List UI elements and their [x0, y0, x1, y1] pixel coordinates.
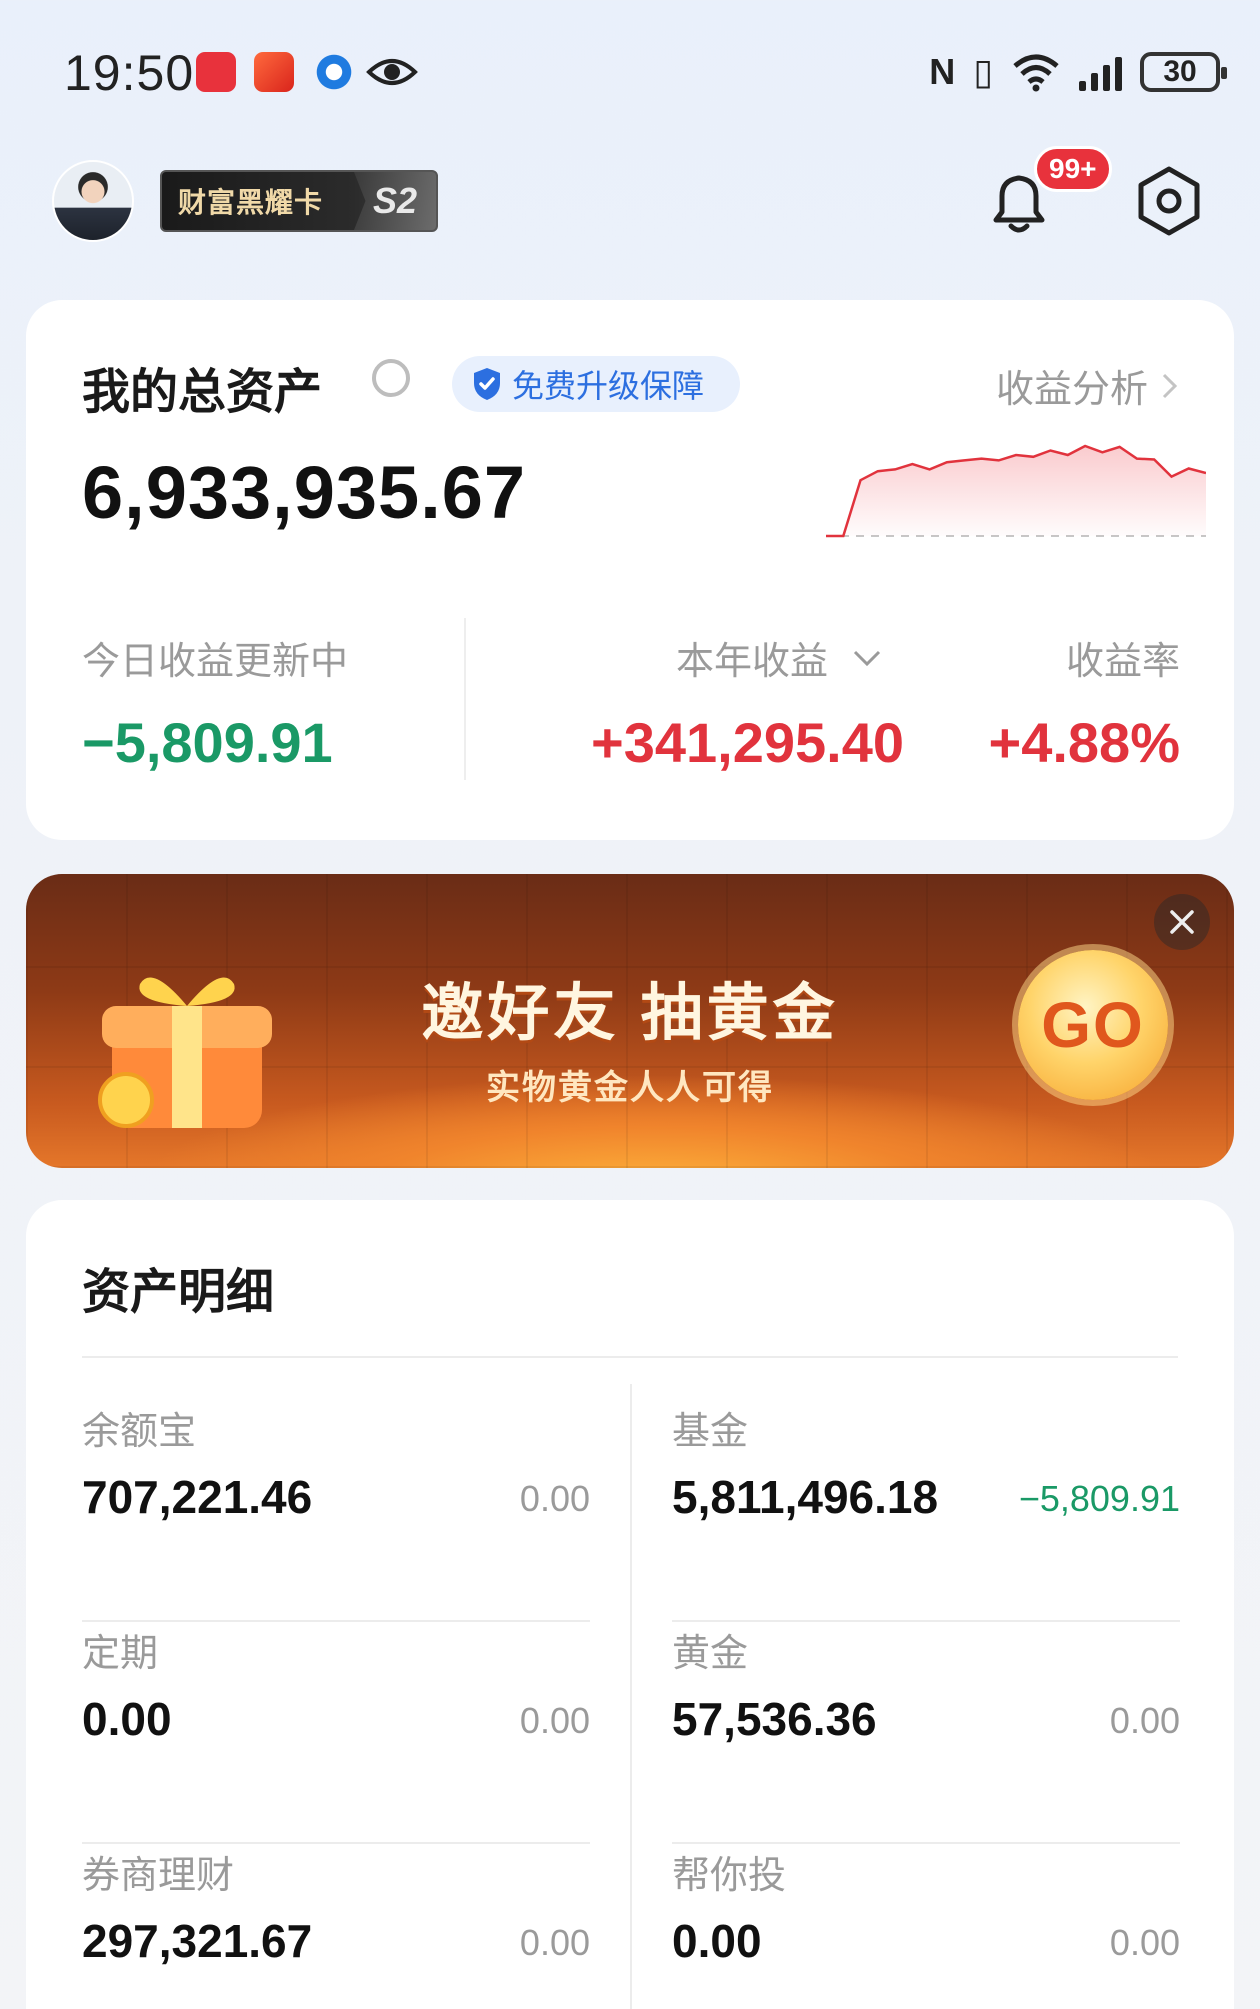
asset-name: 券商理财 — [82, 1855, 235, 1897]
protection-label: 免费升级保障 — [512, 368, 705, 404]
year-profit-value: +341,295.40 — [591, 711, 904, 774]
asset-change: 0.00 — [519, 1922, 590, 1963]
asset-item-broker-wealth[interactable]: 券商理财 297,321.67 0.00 — [82, 1844, 590, 2009]
red-packet-app-icon — [254, 52, 294, 92]
invite-friends-banner[interactable]: 邀好友 抽黄金 实物黄金人人可得 GO — [26, 874, 1234, 1168]
asset-change: 0.00 — [1109, 1700, 1180, 1741]
asset-trend-sparkline[interactable] — [826, 430, 1206, 550]
status-bar: 19:50 N ▯ 30 — [0, 0, 1260, 140]
asset-item-invest-for-you[interactable]: 帮你投 0.00 0.00 — [672, 1844, 1180, 2009]
asset-name: 帮你投 — [672, 1855, 787, 1897]
today-profit-value: −5,809.91 — [82, 711, 333, 774]
asset-details-card: 资产明细 余额宝 707,221.46 0.00 基金 5,811,496.18… — [26, 1200, 1234, 2009]
vertical-divider — [464, 618, 466, 780]
settings-hexagon-icon[interactable] — [1132, 164, 1206, 238]
chevron-down-icon — [853, 650, 881, 666]
close-icon — [1170, 910, 1194, 934]
profit-rate-value: +4.88% — [988, 711, 1181, 774]
asset-change: 0.00 — [519, 1478, 590, 1519]
nfc-icon: N — [929, 51, 956, 92]
wifi-icon — [1013, 54, 1059, 92]
asset-name: 基金 — [672, 1411, 749, 1453]
asset-amount: 707,221.46 — [82, 1471, 313, 1523]
notification-badge: 99+ — [1034, 146, 1112, 192]
chevron-right-icon — [1162, 373, 1178, 398]
huawei-app-icon — [196, 52, 236, 92]
profit-rate-label: 收益率 — [1065, 641, 1180, 683]
cellular-signal-icon — [1079, 53, 1122, 91]
asset-amount: 0.00 — [672, 1915, 762, 1967]
total-assets-value: 6,933,935.67 — [82, 451, 527, 534]
asset-details-title: 资产明细 — [82, 1266, 275, 1319]
profit-analysis-label: 收益分析 — [995, 369, 1148, 411]
asset-name: 黄金 — [672, 1633, 749, 1675]
asset-name: 余额宝 — [82, 1411, 197, 1453]
asset-item-fund[interactable]: 基金 5,811,496.18 −5,809.91 — [672, 1400, 1180, 1622]
vip-badge-label: 财富黑耀卡 — [178, 187, 324, 218]
vibrate-icon: ▯ — [973, 51, 993, 92]
battery-icon: 30 — [1140, 52, 1227, 92]
free-upgrade-protection-button[interactable]: 免费升级保障 — [452, 356, 741, 412]
asset-amount: 0.00 — [82, 1693, 172, 1745]
asset-amount: 297,321.67 — [82, 1915, 313, 1967]
asset-amount: 5,811,496.18 — [672, 1471, 939, 1523]
asset-amount: 57,536.36 — [672, 1693, 877, 1745]
battery-level: 30 — [1163, 55, 1197, 88]
shield-check-icon — [474, 368, 500, 400]
asset-change: −5,809.91 — [1018, 1478, 1180, 1519]
asset-change: 0.00 — [519, 1700, 590, 1741]
status-time: 19:50 — [64, 45, 195, 101]
asset-item-yuebao[interactable]: 余额宝 707,221.46 0.00 — [82, 1400, 590, 1622]
total-assets-title: 我的总资产 — [82, 366, 323, 419]
total-assets-card[interactable]: 我的总资产 免费升级保障 收益分析 6,933,935.67 今日收益更新中 −… — [26, 300, 1234, 840]
today-profit-label: 今日收益更新中 — [82, 641, 349, 683]
asset-change: 0.00 — [1109, 1922, 1180, 1963]
asset-item-fixed-term[interactable]: 定期 0.00 0.00 — [82, 1622, 590, 1844]
vip-level: S2 — [354, 172, 436, 230]
eye-app-icon — [366, 59, 418, 85]
banner-close-button[interactable] — [1154, 894, 1210, 950]
year-profit-dropdown[interactable]: 本年收益 — [676, 630, 882, 685]
details-divider — [82, 1356, 1178, 1358]
vip-badge[interactable]: 财富黑耀卡 S2 — [160, 170, 438, 232]
profit-analysis-link[interactable]: 收益分析 — [996, 358, 1178, 413]
go-button[interactable]: GO — [1018, 950, 1168, 1100]
asset-item-gold[interactable]: 黄金 57,536.36 0.00 — [672, 1622, 1180, 1844]
eye-toggle-icon[interactable] — [362, 358, 420, 398]
blue-app-icon — [314, 52, 354, 92]
asset-name: 定期 — [82, 1633, 159, 1675]
year-profit-label: 本年收益 — [676, 641, 829, 683]
details-column-divider — [630, 1384, 632, 2009]
avatar[interactable] — [52, 160, 134, 242]
